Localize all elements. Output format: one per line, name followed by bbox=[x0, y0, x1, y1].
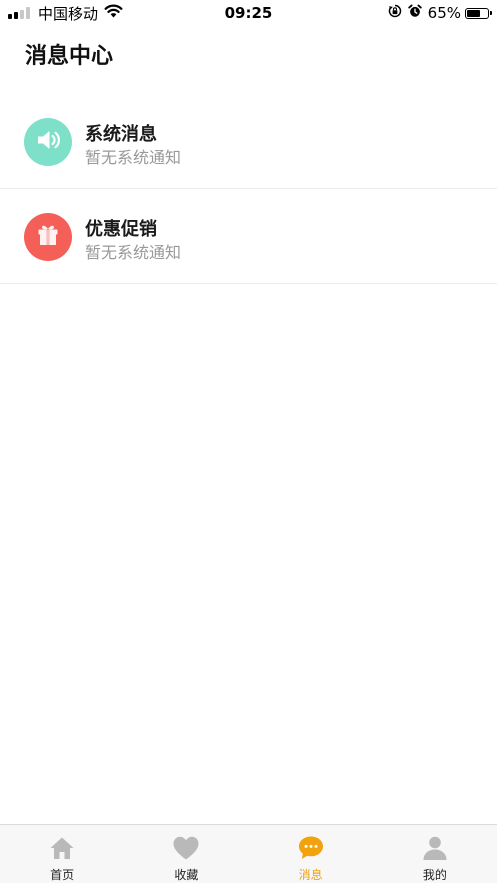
speaker-icon bbox=[34, 126, 62, 158]
tab-favorites[interactable]: 收藏 bbox=[124, 825, 248, 883]
message-subtitle: 暂无系统通知 bbox=[85, 243, 182, 262]
page-title: 消息中心 bbox=[25, 44, 114, 69]
home-icon bbox=[48, 834, 76, 862]
alarm-clock-icon bbox=[407, 4, 428, 22]
system-message-avatar bbox=[24, 118, 72, 166]
tab-messages[interactable]: 消息 bbox=[249, 825, 373, 883]
message-item-system[interactable]: 系统消息 暂无系统通知 bbox=[0, 94, 497, 189]
message-list: 系统消息 暂无系统通知 优惠促销 暂无系统通知 bbox=[0, 94, 497, 284]
battery-icon bbox=[465, 7, 492, 19]
tab-label: 消息 bbox=[298, 868, 323, 882]
tab-bar: 首页 收藏 消息 我的 bbox=[0, 824, 497, 883]
status-right: 65% bbox=[388, 0, 492, 26]
chat-bubble-icon bbox=[297, 834, 325, 862]
rotation-lock-icon bbox=[388, 4, 408, 22]
promotion-message-avatar bbox=[24, 213, 72, 261]
gift-icon bbox=[34, 221, 62, 253]
tab-label: 我的 bbox=[422, 868, 447, 882]
tab-label: 收藏 bbox=[174, 868, 199, 882]
heart-icon bbox=[172, 834, 200, 862]
message-title: 系统消息 bbox=[85, 124, 157, 145]
tab-home[interactable]: 首页 bbox=[0, 825, 124, 883]
tab-profile[interactable]: 我的 bbox=[373, 825, 497, 883]
message-title: 优惠促销 bbox=[85, 219, 157, 240]
tab-label: 首页 bbox=[50, 868, 75, 882]
message-subtitle: 暂无系统通知 bbox=[85, 148, 182, 167]
user-icon bbox=[421, 834, 449, 862]
battery-level bbox=[467, 9, 480, 17]
message-item-promotion[interactable]: 优惠促销 暂无系统通知 bbox=[0, 189, 497, 284]
status-bar: 中国移动 09:25 65% bbox=[0, 0, 497, 26]
battery-percent: 65% bbox=[427, 4, 461, 22]
